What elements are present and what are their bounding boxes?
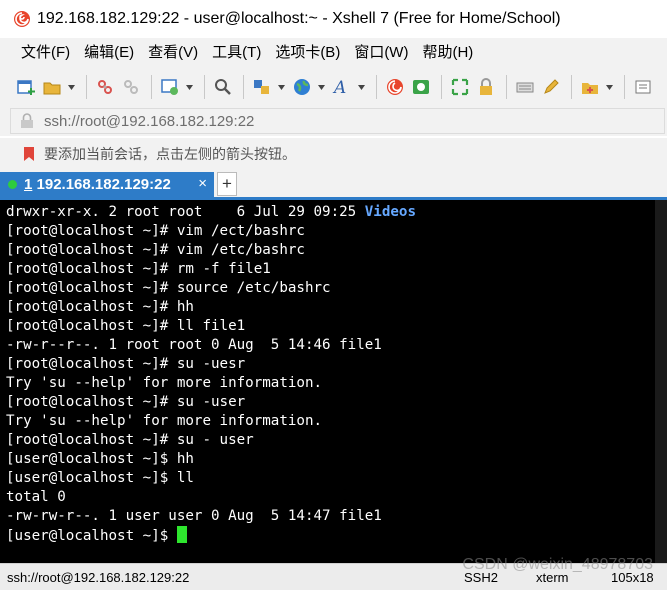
chevron-down-icon[interactable] (356, 75, 366, 99)
menu-help[interactable]: 帮助(H) (415, 40, 480, 66)
hint-bar: 要添加当前会话，点击左侧的箭头按钮。 (0, 138, 667, 170)
tab-bar: 1 192.168.182.129:22 × + (0, 170, 667, 200)
keyboard-icon[interactable] (513, 75, 537, 99)
terminal-cursor (176, 526, 187, 543)
transfer-icon[interactable] (250, 75, 274, 99)
bookmark-icon[interactable] (22, 146, 36, 162)
terminal-line: [root@localhost ~]# ll file1 (6, 318, 246, 334)
reconnect-icon[interactable] (93, 75, 117, 99)
chevron-down-icon[interactable] (184, 75, 194, 99)
menu-file[interactable]: 文件(F) (14, 40, 77, 66)
terminal-line: [root@localhost ~]# vim /ect/bashrc (6, 223, 305, 239)
terminal-line: [root@localhost ~]# su -user (6, 394, 246, 410)
disconnect-icon[interactable] (119, 75, 143, 99)
title-bar: 192.168.182.129:22 - user@localhost:~ - … (0, 0, 667, 38)
terminal-line: [root@localhost ~]# source /etc/bashrc (6, 280, 331, 296)
xftp-icon[interactable] (409, 75, 433, 99)
menu-tools[interactable]: 工具(T) (205, 40, 268, 66)
address-field[interactable]: ssh://root@192.168.182.129:22 (10, 108, 665, 134)
terminal-line: [root@localhost ~]# hh (6, 299, 194, 315)
terminal-line: Try 'su --help' for more information. (6, 375, 323, 391)
chevron-down-icon[interactable] (604, 75, 614, 99)
more-icon[interactable] (631, 75, 655, 99)
address-value: ssh://root@192.168.182.129:22 (44, 112, 255, 130)
address-bar: ssh://root@192.168.182.129:22 (0, 106, 667, 136)
terminal-line: -rw-rw-r--. 1 user user 0 Aug 5 14:47 fi… (6, 508, 382, 524)
terminal-line: [root@localhost ~]# rm -f file1 (6, 261, 271, 277)
terminal-prompt-line[interactable]: [user@localhost ~]$ (6, 526, 667, 545)
find-icon[interactable] (211, 75, 235, 99)
compose-icon[interactable] (539, 75, 563, 99)
new-session-icon[interactable] (14, 75, 38, 99)
terminal-line: -rw-r--r--. 1 root root 0 Aug 5 14:46 fi… (6, 337, 382, 353)
menu-view[interactable]: 查看(V) (141, 40, 205, 66)
toolbar-divider (243, 75, 244, 99)
close-icon[interactable]: × (198, 175, 207, 192)
status-terminal-type: xterm (536, 570, 569, 585)
font-icon[interactable]: A (330, 75, 354, 99)
toolbar-divider (571, 75, 572, 99)
terminal-line: [user@localhost ~]$ hh (6, 451, 194, 467)
terminal-scrollbar[interactable] (655, 200, 667, 563)
terminal-line: drwxr-xr-x. 2 root root 6 Jul 29 09:25 V… (6, 204, 416, 220)
terminal-line: [user@localhost ~]$ ll (6, 470, 194, 486)
status-protocol: SSH2 (464, 570, 498, 585)
menu-edit[interactable]: 编辑(E) (77, 40, 141, 66)
svg-text:A: A (332, 78, 346, 97)
globe-icon[interactable] (290, 75, 314, 99)
add-tab-button[interactable]: + (217, 172, 237, 196)
menu-window[interactable]: 窗口(W) (347, 40, 415, 66)
toolbar-divider (441, 75, 442, 99)
hint-text: 要添加当前会话，点击左侧的箭头按钮。 (44, 146, 296, 162)
terminal-line: [root@localhost ~]# su -uesr (6, 356, 246, 372)
status-connection: ssh://root@192.168.182.129:22 (7, 570, 190, 585)
chevron-down-icon[interactable] (276, 75, 286, 99)
menu-bar: 文件(F) 编辑(E) 查看(V) 工具(T) 选项卡(B) 窗口(W) 帮助(… (0, 38, 667, 68)
status-size: 105x18 (611, 570, 654, 585)
lock-icon (21, 113, 33, 128)
xshell-icon (14, 11, 30, 27)
toolbar: A (0, 68, 667, 106)
add-folder-icon[interactable] (578, 75, 602, 99)
toolbar-divider (376, 75, 377, 99)
open-folder-icon[interactable] (40, 75, 64, 99)
connected-status-icon (8, 180, 17, 189)
terminal-prompt: [user@localhost ~]$ (6, 528, 177, 544)
toolbar-divider (624, 75, 625, 99)
fullscreen-icon[interactable] (448, 75, 472, 99)
menu-tabs[interactable]: 选项卡(B) (268, 40, 347, 66)
toolbar-divider (204, 75, 205, 99)
tab-label: 192.168.182.129:22 (36, 176, 171, 193)
window-title: 192.168.182.129:22 - user@localhost:~ - … (37, 10, 561, 27)
chevron-down-icon[interactable] (316, 75, 326, 99)
terminal-line: [root@localhost ~]# su - user (6, 432, 254, 448)
terminal-line: total 0 (6, 489, 66, 505)
tab-session[interactable]: 1 192.168.182.129:22 × (0, 172, 214, 197)
terminal-output[interactable]: drwxr-xr-x. 2 root root 6 Jul 29 09:25 V… (0, 200, 667, 563)
toolbar-divider (151, 75, 152, 99)
chevron-down-icon[interactable] (66, 75, 76, 99)
tab-index: 1 (24, 176, 33, 193)
status-bar: ssh://root@192.168.182.129:22 SSH2 xterm… (0, 563, 667, 590)
toolbar-divider (506, 75, 507, 99)
terminal-line: [root@localhost ~]# vim /etc/bashrc (6, 242, 305, 258)
xshell-icon[interactable] (383, 75, 407, 99)
properties-icon[interactable] (158, 75, 182, 99)
terminal-line: Try 'su --help' for more information. (6, 413, 323, 429)
directory-name: Videos (364, 204, 416, 220)
toolbar-divider (86, 75, 87, 99)
lock-icon[interactable] (474, 75, 498, 99)
